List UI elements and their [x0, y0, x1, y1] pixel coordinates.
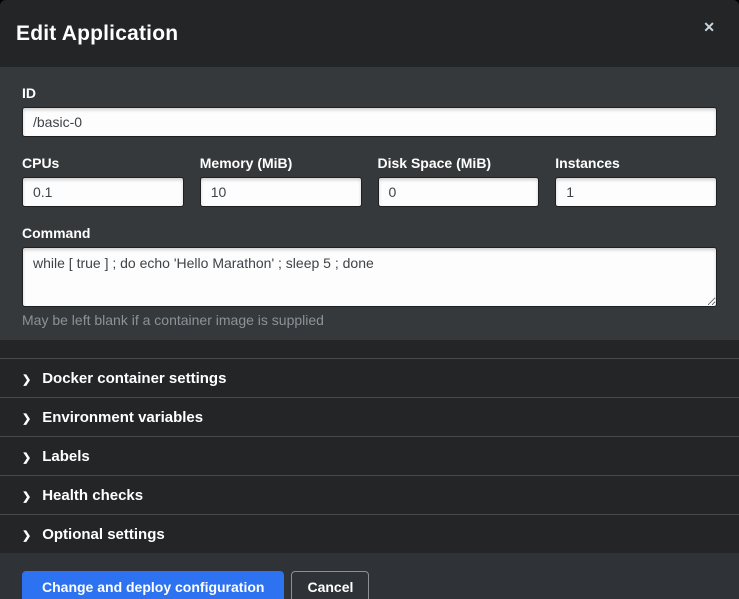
application-form: ID CPUs Memory (MiB) Disk Space (MiB) In… [0, 67, 739, 340]
memory-field-group: Memory (MiB) [200, 155, 362, 207]
command-help-text: May be left blank if a container image i… [22, 312, 717, 328]
id-label: ID [22, 85, 717, 101]
section-docker-container-settings[interactable]: ❯ Docker container settings [0, 358, 739, 397]
section-label: Environment variables [42, 409, 203, 426]
edit-application-modal: Edit Application ✕ ID CPUs Memory (MiB) … [0, 0, 739, 599]
modal-header: Edit Application ✕ [0, 0, 739, 67]
memory-input[interactable] [200, 177, 362, 207]
disk-field-group: Disk Space (MiB) [378, 155, 540, 207]
section-label: Optional settings [42, 526, 165, 543]
modal-footer: Change and deploy configuration Cancel [0, 553, 739, 599]
close-button[interactable]: ✕ [695, 14, 723, 40]
resources-row: CPUs Memory (MiB) Disk Space (MiB) Insta… [22, 155, 717, 207]
chevron-right-icon: ❯ [22, 451, 31, 464]
close-icon: ✕ [703, 19, 715, 35]
page-title: Edit Application [16, 22, 178, 46]
instances-field-group: Instances [555, 155, 717, 207]
disk-label: Disk Space (MiB) [378, 155, 540, 171]
command-textarea[interactable]: while [ true ] ; do echo 'Hello Marathon… [22, 247, 717, 307]
section-labels[interactable]: ❯ Labels [0, 436, 739, 475]
collapsible-sections: ❯ Docker container settings ❯ Environmen… [0, 340, 739, 553]
chevron-right-icon: ❯ [22, 373, 31, 386]
instances-label: Instances [555, 155, 717, 171]
cancel-button[interactable]: Cancel [291, 571, 369, 599]
section-label: Health checks [42, 487, 143, 504]
section-label: Labels [42, 448, 90, 465]
section-optional-settings[interactable]: ❯ Optional settings [0, 514, 739, 553]
command-field-group: Command while [ true ] ; do echo 'Hello … [22, 225, 717, 328]
chevron-right-icon: ❯ [22, 490, 31, 503]
command-label: Command [22, 225, 717, 241]
chevron-right-icon: ❯ [22, 412, 31, 425]
section-health-checks[interactable]: ❯ Health checks [0, 475, 739, 514]
memory-label: Memory (MiB) [200, 155, 362, 171]
disk-input[interactable] [378, 177, 540, 207]
cpus-label: CPUs [22, 155, 184, 171]
id-input[interactable] [22, 107, 717, 137]
instances-input[interactable] [555, 177, 717, 207]
section-environment-variables[interactable]: ❯ Environment variables [0, 397, 739, 436]
change-and-deploy-button[interactable]: Change and deploy configuration [22, 571, 284, 599]
id-field-group: ID [22, 85, 717, 137]
section-label: Docker container settings [42, 370, 226, 387]
cpus-field-group: CPUs [22, 155, 184, 207]
chevron-right-icon: ❯ [22, 529, 31, 542]
cpus-input[interactable] [22, 177, 184, 207]
